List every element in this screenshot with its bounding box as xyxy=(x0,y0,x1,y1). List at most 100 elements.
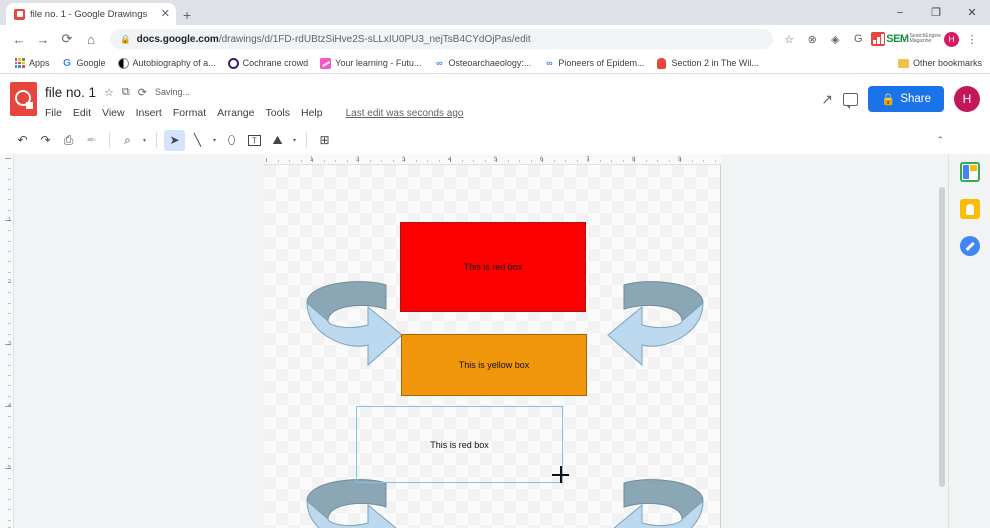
menu-arrange[interactable]: Arrange xyxy=(217,107,254,119)
google-tasks-icon[interactable] xyxy=(959,236,980,256)
menu-file[interactable]: File xyxy=(45,107,62,119)
home-icon[interactable]: ⌂ xyxy=(80,28,102,50)
ruler-tick xyxy=(8,519,11,521)
shape-tool-button[interactable]: ⬯ xyxy=(221,130,242,151)
bookmark-item-pioneers[interactable]: ∞ Pioneers of Epidem... xyxy=(537,54,650,73)
document-title[interactable]: file no. 1 xyxy=(45,85,96,100)
browser-tab[interactable]: file no. 1 - Google Drawings ✕ xyxy=(6,3,176,25)
new-tab-button[interactable]: + xyxy=(183,8,191,22)
vertical-ruler[interactable]: 123456 xyxy=(0,154,14,528)
paint-format-button[interactable]: ✒ xyxy=(81,130,102,151)
red-box[interactable]: This is red box xyxy=(400,222,586,312)
google-calendar-icon[interactable] xyxy=(959,162,980,182)
last-edit-label[interactable]: Last edit was seconds ago xyxy=(346,108,464,119)
bookmark-label: Cochrane crowd xyxy=(242,58,309,68)
ruler-label: 5 xyxy=(7,465,11,471)
extension-red-icon[interactable]: ⊗ xyxy=(802,29,822,49)
bookmark-label: Your learning - Futu... xyxy=(335,58,422,68)
extension-dark-icon[interactable]: ◈ xyxy=(825,29,845,49)
ruler-tick xyxy=(8,230,11,232)
oo-icon: ∞ xyxy=(436,58,442,68)
undo-button[interactable]: ↶ xyxy=(12,130,33,151)
redo-button[interactable]: ↷ xyxy=(35,130,56,151)
menu-format[interactable]: Format xyxy=(173,107,206,119)
ruler-tick xyxy=(8,209,11,211)
google-icon: G xyxy=(63,57,71,69)
bookmark-item-apps[interactable]: Apps xyxy=(8,54,56,73)
profile-avatar[interactable]: H xyxy=(944,31,959,47)
insert-box-button[interactable]: ⊞ xyxy=(314,130,335,151)
comment-icon[interactable] xyxy=(842,92,858,109)
google-drawings-favicon xyxy=(14,8,25,20)
collapse-toolbar-icon[interactable]: ⌃ xyxy=(936,135,944,146)
ruler-tick xyxy=(8,251,11,252)
other-bookmarks-button[interactable]: Other bookmarks xyxy=(897,58,982,69)
orange-box[interactable]: This is yellow box xyxy=(401,334,587,396)
text-box-button[interactable]: T xyxy=(244,130,265,151)
chevron-down-icon[interactable]: ▾ xyxy=(290,137,299,144)
bookmark-item-cochrane[interactable]: Cochrane crowd xyxy=(222,54,315,73)
menu-insert[interactable]: Insert xyxy=(136,107,162,119)
canvas-content: This is red box This is yellow box This … xyxy=(264,165,720,528)
canvas-area[interactable]: 123456789 This is red box This is yellow… xyxy=(14,154,948,528)
curved-arrow-bottom-left[interactable] xyxy=(302,477,412,528)
bookmark-item-osteoarchaeology[interactable]: ∞ Osteoarchaeology:... xyxy=(427,54,537,73)
print-button[interactable]: ⎙ xyxy=(58,130,79,151)
menu-view[interactable]: View xyxy=(102,107,125,119)
menu-edit[interactable]: Edit xyxy=(73,107,91,119)
ruler-label: 8 xyxy=(632,157,636,163)
image-button[interactable]: ⛰ xyxy=(267,130,288,151)
trending-up-icon[interactable]: ↗ xyxy=(821,91,833,108)
google-keep-icon[interactable] xyxy=(959,199,980,219)
curved-arrow-bottom-right[interactable] xyxy=(598,477,708,528)
bookmark-item-section2[interactable]: Section 2 in The Wil... xyxy=(650,54,764,73)
ruler-label: 2 xyxy=(7,279,11,285)
avatar[interactable]: H xyxy=(954,86,980,112)
line-tool-button[interactable]: ╲ xyxy=(187,130,208,151)
ruler-tick xyxy=(565,160,566,162)
ruler-tick xyxy=(300,160,302,162)
browser-menu-icon[interactable]: ⋮ xyxy=(962,29,982,49)
chevron-down-icon[interactable]: ▾ xyxy=(140,137,149,144)
sync-icon: ⟳ xyxy=(137,86,147,99)
curved-arrow-top-right[interactable] xyxy=(598,279,708,371)
saving-status: Saving... xyxy=(155,87,191,97)
ruler-tick xyxy=(691,160,693,162)
bookmarks-bar: Apps G Google Autobiography of a... Coch… xyxy=(0,53,990,74)
star-icon[interactable]: ☆ xyxy=(104,86,114,99)
select-tool-button[interactable]: ➤ xyxy=(164,129,186,151)
minimize-button[interactable]: − xyxy=(882,0,918,25)
outline-box[interactable]: This is red box xyxy=(356,406,563,483)
chevron-down-icon[interactable]: ▾ xyxy=(210,137,219,144)
back-icon[interactable]: ← xyxy=(8,28,30,50)
scrollbar-thumb[interactable] xyxy=(939,187,945,487)
vertical-scrollbar[interactable] xyxy=(936,165,948,528)
curved-arrow-top-left[interactable] xyxy=(302,279,412,371)
zoom-button[interactable]: ⌕ xyxy=(117,130,138,151)
outline-box-text: This is red box xyxy=(430,439,489,450)
drawing-canvas[interactable]: This is red box This is yellow box This … xyxy=(264,165,721,528)
window-close-button[interactable]: ✕ xyxy=(954,0,990,25)
reload-icon[interactable]: ⟳ xyxy=(56,28,78,50)
forward-icon[interactable]: → xyxy=(32,28,54,50)
bookmark-star-icon[interactable]: ☆ xyxy=(779,29,799,49)
bookmark-label: Apps xyxy=(29,58,50,68)
omnibox-actions: ☆ ⊗ ◈ G SEM SearchEngine Magazine H ⋮ xyxy=(779,29,982,49)
close-icon[interactable]: ✕ xyxy=(161,8,170,20)
maximize-button[interactable]: ❐ xyxy=(918,0,954,25)
address-bar[interactable]: 🔒 docs.google.com/drawings/d/1FD-rdUBtzS… xyxy=(110,29,774,49)
bookmark-item-google[interactable]: G Google xyxy=(56,54,112,73)
ruler-tick xyxy=(438,160,440,162)
extension-grammarly-icon[interactable]: G xyxy=(848,29,868,49)
sem-extension-badge[interactable]: SEM SearchEngine Magazine xyxy=(871,32,941,46)
menu-help[interactable]: Help xyxy=(301,107,323,119)
menu-tools[interactable]: Tools xyxy=(265,107,290,119)
bookmark-item-autobiography[interactable]: Autobiography of a... xyxy=(112,54,222,73)
share-button[interactable]: 🔒 Share xyxy=(867,86,944,112)
url-path: /drawings/d/1FD-rdUBtzSiHve2S-sLLxIU0PU3… xyxy=(218,33,531,45)
move-to-folder-icon[interactable]: ⧉ xyxy=(122,86,130,99)
bookmark-item-futurelearn[interactable]: Your learning - Futu... xyxy=(314,54,427,73)
toolbar-divider xyxy=(156,132,158,148)
sem-subtitle: SearchEngine Magazine xyxy=(910,33,941,45)
horizontal-ruler[interactable]: 1 2 3 4 5 6 7 8 9 xyxy=(264,154,721,165)
